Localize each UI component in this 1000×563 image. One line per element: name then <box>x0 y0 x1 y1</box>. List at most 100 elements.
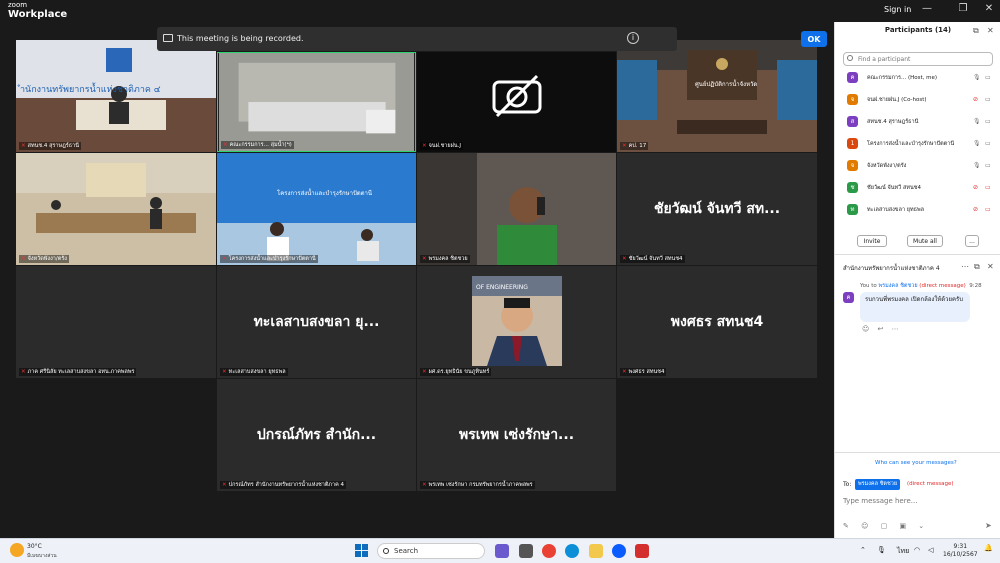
info-icon[interactable]: i <box>627 32 639 44</box>
participant-row[interactable]: จ จังหวัดพังงา/ตรัง 🎙 ▭ <box>845 158 995 174</box>
camera-icon[interactable]: ▭ <box>985 118 991 125</box>
camera-icon[interactable]: ▭ <box>985 140 991 147</box>
mic-muted-icon: ✕ <box>422 482 427 488</box>
popout-icon[interactable]: ⧉ <box>974 262 980 272</box>
ok-button[interactable]: OK <box>801 31 827 47</box>
mic-icon[interactable]: 🎙 <box>877 546 886 554</box>
video-feed: โครงการส่งน้ำและบำรุงรักษาปัตตานี <box>217 153 416 265</box>
wifi-icon[interactable]: ◠ <box>914 546 920 554</box>
brand-name: Workplace <box>8 9 68 20</box>
participant-row[interactable]: จ จนฝ.ชายฝน.J (Co-host) ⊘ ▭ <box>845 92 995 108</box>
more-icon[interactable]: ⋯ <box>961 262 969 271</box>
participant-row[interactable]: ส สทนช.4 สุราษฎร์ธานี 🎙 ▭ <box>845 114 995 130</box>
camera-icon[interactable]: ▭ <box>985 74 991 81</box>
weather-icon[interactable] <box>10 543 24 557</box>
popout-icon[interactable]: ⧉ <box>973 26 979 36</box>
video-tile[interactable]: ✕ ภาค ศรีนิลัย ทะเลสาบสงขลา อทน.ภาคพลพร <box>16 266 216 378</box>
camera-icon[interactable]: ▭ <box>985 162 991 169</box>
send-icon[interactable]: ➤ <box>985 521 992 530</box>
camera-icon[interactable]: ▭ <box>985 96 991 103</box>
video-tile[interactable]: ศูนย์ปฏิบัติการน้ำจังหวัด ✕ คป. 17 <box>617 40 817 152</box>
app-logo: zoom Workplace <box>8 2 68 21</box>
language-indicator[interactable]: ไทย <box>897 546 909 557</box>
mic-muted-icon: ✕ <box>622 369 627 375</box>
video-tile[interactable]: โครงการส่งน้ำและบำรุงรักษาปัตตานี ✕ โครงก… <box>217 153 416 265</box>
mute-all-button[interactable]: Mute all <box>907 235 943 247</box>
mic-muted-icon: ✕ <box>21 369 26 375</box>
video-tile-active-speaker[interactable]: ✕ คณะกรรมการ... ลุ่มน้ำ(ฯ) <box>217 52 416 152</box>
more-options-button[interactable]: ... <box>965 235 979 247</box>
maximize-icon[interactable]: ❐ <box>952 3 974 17</box>
mic-icon[interactable]: 🎙 <box>973 140 981 147</box>
video-feed <box>16 153 216 265</box>
mic-muted-icon: ✕ <box>222 369 227 375</box>
participant-row[interactable]: ช ชัยวัฒน์ จันทวี สทนช4 ⊘ ▭ <box>845 180 995 196</box>
video-tile[interactable]: ำนักงานทรัพยากรน้ำแห่งชาติภาค ๔ ✕ สทนช.4 … <box>16 40 216 152</box>
mic-muted-icon[interactable]: ⊘ <box>973 96 978 103</box>
edge-icon[interactable] <box>565 544 579 558</box>
participant-row[interactable]: ท ทะเลสาบสงขลา ยุทธพล ⊘ ▭ <box>845 202 995 218</box>
mic-icon[interactable]: 🎙 <box>973 118 981 125</box>
close-icon[interactable]: ✕ <box>978 3 1000 17</box>
camera-off-icon[interactable]: ▭ <box>985 206 991 213</box>
zoom-icon[interactable] <box>612 544 626 558</box>
close-chat-icon[interactable]: ✕ <box>987 262 994 271</box>
tray-chevron-icon[interactable]: ⌃ <box>860 546 866 554</box>
video-tile[interactable]: พงศธร สทนช4 ✕ พงศธร สทนช4 <box>617 266 817 378</box>
start-icon[interactable] <box>355 544 368 557</box>
mic-muted-icon: ✕ <box>422 143 427 149</box>
clock[interactable]: 9:31 16/10/2567 <box>943 543 978 559</box>
video-tile[interactable]: ชัยวัฒน์ จันทวี สท... ✕ ชัยวัฒน์ จันทวี ส… <box>617 153 817 265</box>
video-tile[interactable]: พรเทพ เซ่งรักษา... ✕ พรเทพ เซ่งรักษา กรมท… <box>417 379 616 491</box>
taskbar-search[interactable]: Search <box>377 543 485 559</box>
participant-row-name: สทนช.4 สุราษฎร์ธานี <box>867 119 919 125</box>
avatar: จ <box>847 94 858 105</box>
file-explorer-icon[interactable] <box>589 544 603 558</box>
chat-message-input[interactable] <box>843 494 993 508</box>
pdf-icon[interactable] <box>635 544 649 558</box>
minimize-icon[interactable]: — <box>916 3 938 17</box>
mic-icon[interactable]: 🎙 <box>973 74 981 81</box>
video-tile[interactable]: ✕ พรมงคล ชิตชวย <box>417 153 616 265</box>
close-panel-icon[interactable]: ✕ <box>987 26 994 35</box>
participant-search-input[interactable] <box>843 52 993 66</box>
mic-muted-icon: ✕ <box>422 256 427 262</box>
participant-row[interactable]: ค คณะกรรมการ... (Host, me) 🎙 ▭ <box>845 70 995 86</box>
chrome-icon[interactable] <box>542 544 556 558</box>
panel-divider <box>835 254 1000 255</box>
avatar: ค <box>843 292 854 303</box>
video-feed <box>417 153 616 265</box>
mic-icon[interactable]: 🎙 <box>973 162 981 169</box>
video-tile[interactable]: OF ENGINEERING ✕ ผศ.ดร.ยุทธินัย ขนภูทินทร… <box>417 266 616 378</box>
participant-name: ✕ จนฝ.ชายฝน.J <box>420 142 463 150</box>
volume-icon[interactable]: ◁ <box>928 546 933 554</box>
avatar: 1 <box>847 138 858 149</box>
mic-muted-icon: ✕ <box>622 143 627 149</box>
direct-message-label: (direct message) <box>907 481 954 487</box>
mic-muted-icon[interactable]: ⊘ <box>973 206 978 213</box>
mic-muted-icon: ✕ <box>223 142 228 148</box>
task-view-icon[interactable] <box>519 544 533 558</box>
chat-toolbar-icons[interactable]: ✎ ☺ ▢ ▣ ⌄ <box>843 522 929 530</box>
camera-off-icon[interactable]: ▭ <box>985 184 991 191</box>
notification-icon[interactable]: 🔔 <box>984 544 993 552</box>
video-tile[interactable]: ทะเลสาบสงขลา ยุ... ✕ ทะเลสาบสงขลา ยุทธพล <box>217 266 416 378</box>
who-can-see-link[interactable]: Who can see your messages? <box>875 460 957 466</box>
participant-name: ✕ สทนช.4 สุราษฎร์ธานี <box>19 142 81 150</box>
avatar: ส <box>847 116 858 127</box>
video-tile[interactable]: ✕ จนฝ.ชายฝน.J <box>417 52 616 152</box>
invite-button[interactable]: Invite <box>857 235 887 247</box>
participant-row[interactable]: 1 โครงการส่งน้ำและบำรุงรักษาปัตตานี 🎙 ▭ <box>845 136 995 152</box>
video-tile[interactable]: ปกรณ์ภัทร สำนัก... ✕ ปกรณ์ภัทร สำนักงานทร… <box>217 379 416 491</box>
participant-display-name: พงศธร สทนช4 <box>670 314 764 330</box>
title-bar: zoom Workplace Sign in — ❐ ✕ <box>0 0 1000 22</box>
sign-in-link[interactable]: Sign in <box>884 5 911 14</box>
reaction-icons[interactable]: ☺ ↩ ⋯ <box>862 325 902 333</box>
avatar: ท <box>847 204 858 215</box>
chat-message[interactable]: รบกวนพี่พรมงคล เปิดกล้องให้ด้วยครับ <box>860 292 970 322</box>
mic-muted-icon[interactable]: ⊘ <box>973 184 978 191</box>
participant-row-name: คณะกรรมการ... (Host, me) <box>867 75 938 81</box>
video-tile[interactable]: ✕ จังหวัดพังงา/ตรัง <box>16 153 216 265</box>
recipient-dropdown[interactable]: พรมงคล ชิตชวย <box>855 479 901 490</box>
copilot-icon[interactable] <box>495 544 509 558</box>
